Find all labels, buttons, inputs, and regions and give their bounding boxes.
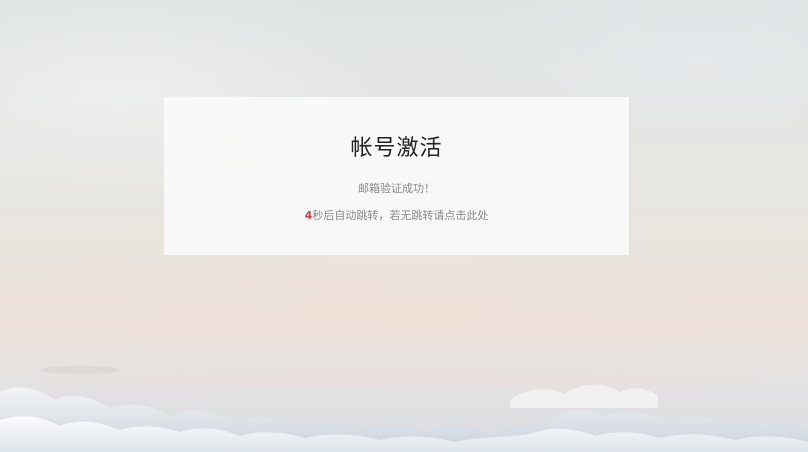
redirect-link[interactable]: 点击此处	[444, 209, 488, 222]
activation-card: 帐号激活 邮箱验证成功！ 4秒后自动跳转，若无跳转请点击此处	[164, 97, 629, 255]
cloud-layer	[0, 366, 808, 452]
redirect-text: 秒后自动跳转，若无跳转请	[312, 209, 445, 222]
redirect-notice: 4秒后自动跳转，若无跳转请点击此处	[164, 208, 629, 224]
success-message: 邮箱验证成功！	[358, 182, 435, 195]
activation-page: 帐号激活 邮箱验证成功！ 4秒后自动跳转，若无跳转请点击此处	[0, 0, 808, 452]
page-title: 帐号激活	[350, 136, 443, 161]
